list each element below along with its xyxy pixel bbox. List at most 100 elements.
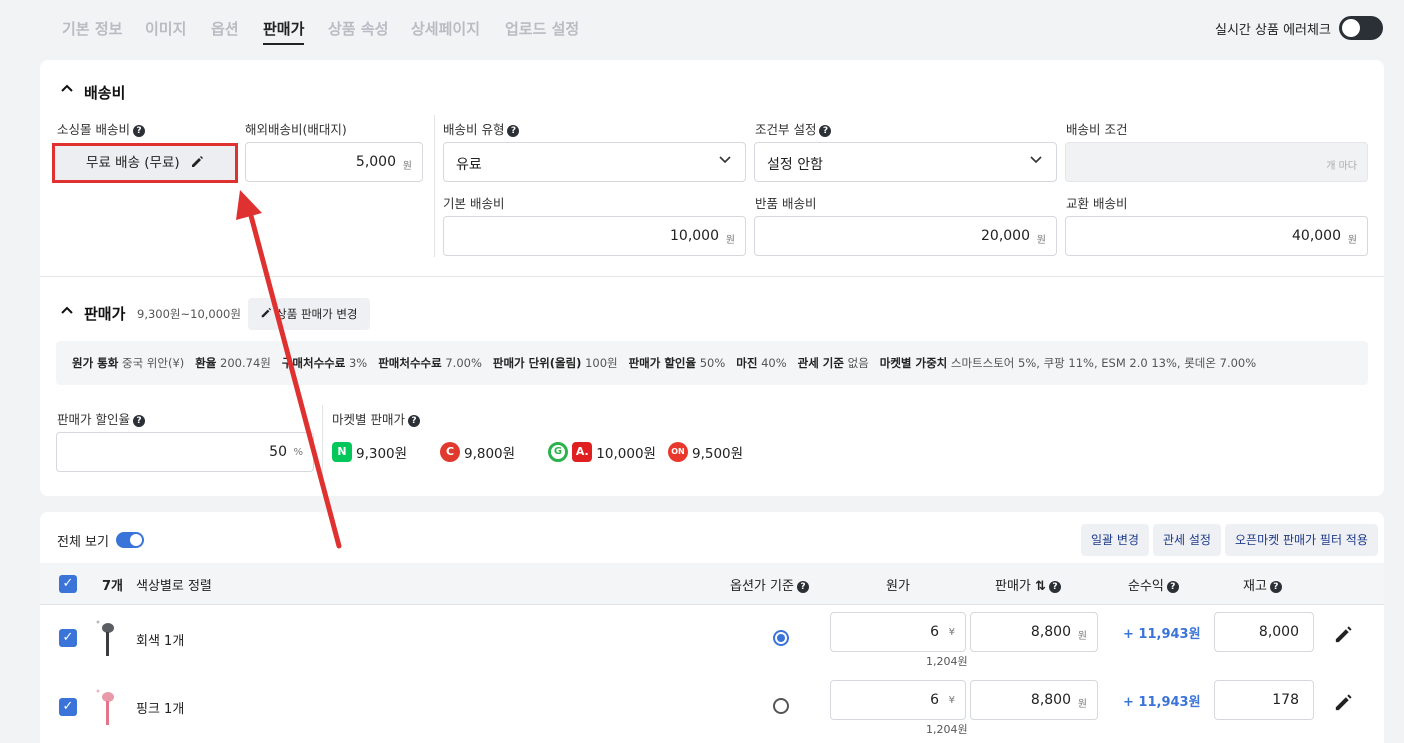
tab-images[interactable]: 이미지 bbox=[145, 18, 186, 39]
info-item: 구매처수수료 3% bbox=[281, 356, 368, 370]
product-thumbnail bbox=[94, 616, 120, 660]
product-thumbnail bbox=[94, 685, 120, 729]
help-icon[interactable]: ? bbox=[132, 415, 145, 427]
help-icon[interactable]: ? bbox=[407, 415, 420, 427]
pencil-icon bbox=[190, 155, 204, 171]
help-icon[interactable]: ? bbox=[1166, 581, 1179, 593]
edit-row-icon[interactable] bbox=[1333, 625, 1353, 649]
market-price-naver: N 9,300원 bbox=[332, 442, 407, 462]
header-stock: 재고? bbox=[1243, 575, 1282, 594]
return-shipping-label: 반품 배송비 bbox=[755, 196, 817, 211]
select-all-checkbox[interactable]: ✓ bbox=[59, 575, 77, 593]
conditional-setting-select[interactable]: 설정 안함 bbox=[754, 142, 1057, 182]
tab-options[interactable]: 옵션 bbox=[211, 18, 239, 39]
option-name: 회색 1개 bbox=[136, 634, 185, 649]
row-checkbox[interactable]: ✓ bbox=[59, 698, 77, 716]
customs-setting-button[interactable]: 관세 설정 bbox=[1153, 524, 1221, 556]
naver-icon: N bbox=[332, 442, 352, 462]
change-price-button[interactable]: 상품 판매가 변경 bbox=[248, 298, 370, 330]
shipping-type-select[interactable]: 유료 bbox=[443, 142, 746, 182]
option-basis-radio[interactable] bbox=[773, 630, 789, 646]
view-all-toggle[interactable] bbox=[116, 532, 144, 548]
header-option-basis: 옵션가 기준? bbox=[730, 575, 809, 594]
market-price-label: 마켓별 판매가? bbox=[332, 409, 420, 428]
exchange-shipping-input[interactable]: 40,000 원 bbox=[1065, 216, 1368, 256]
row-checkbox[interactable]: ✓ bbox=[59, 629, 77, 647]
help-icon[interactable]: ? bbox=[507, 125, 520, 137]
edit-row-icon[interactable] bbox=[1333, 693, 1353, 717]
help-icon[interactable]: ? bbox=[1269, 581, 1282, 593]
gmarket-icon: G bbox=[548, 442, 568, 462]
price-divider bbox=[322, 405, 323, 475]
sale-price-input[interactable]: 8,800 원 bbox=[970, 680, 1098, 720]
stock-input[interactable]: 8,000 bbox=[1214, 612, 1314, 652]
price-info-bar: 원가 통화 중국 위안(¥) 환율 200.74원 구매처수수료 3% 판매처수… bbox=[56, 341, 1368, 385]
help-icon[interactable]: ? bbox=[819, 125, 832, 137]
tab-basic-info[interactable]: 기본 정보 bbox=[62, 18, 122, 39]
discount-rate-label: 판매가 할인율? bbox=[57, 409, 145, 428]
openmarket-filter-button[interactable]: 오픈마켓 판매가 필터 적용 bbox=[1225, 524, 1378, 556]
auction-icon: A. bbox=[572, 442, 593, 462]
view-all-label: 전체 보기 bbox=[57, 535, 109, 550]
price-range: 9,300원~10,000원 bbox=[137, 307, 241, 321]
shipping-divider bbox=[434, 115, 435, 257]
section-divider bbox=[40, 276, 1384, 277]
option-basis-radio[interactable] bbox=[773, 698, 789, 714]
pencil-icon bbox=[260, 307, 272, 321]
info-item: 원가 통화 중국 위안(¥) bbox=[72, 356, 185, 370]
net-profit: + 11,943원 bbox=[1123, 627, 1201, 642]
shipping-collapse-icon[interactable] bbox=[60, 82, 74, 100]
base-shipping-input[interactable]: 10,000 원 bbox=[443, 216, 746, 256]
market-price-gmarket-auction: G A. 10,000원 bbox=[548, 442, 656, 462]
shipping-title: 배송비 bbox=[84, 84, 126, 102]
discount-rate-input[interactable]: 50 % bbox=[56, 432, 314, 472]
help-icon[interactable]: ? bbox=[1048, 581, 1061, 593]
shipping-price-panel bbox=[40, 60, 1384, 496]
cost-input[interactable]: 6 ¥ bbox=[830, 680, 966, 720]
help-icon[interactable]: ? bbox=[132, 125, 145, 137]
lotteon-icon: ON bbox=[668, 442, 688, 462]
tab-detail-page[interactable]: 상세페이지 bbox=[411, 18, 480, 39]
shipping-condition-input: 개 마다 bbox=[1065, 142, 1368, 182]
info-item: 환율 200.74원 bbox=[195, 356, 271, 370]
info-item: 마진 40% bbox=[736, 356, 787, 370]
info-item: 판매처수수료 7.00% bbox=[378, 356, 482, 370]
sort-by-color[interactable]: 색상별로 정렬 bbox=[136, 575, 212, 594]
stock-input[interactable]: 178 bbox=[1214, 680, 1314, 720]
table-header bbox=[40, 563, 1384, 605]
exchange-shipping-label: 교환 배송비 bbox=[1066, 196, 1128, 211]
realtime-check-toggle[interactable] bbox=[1339, 16, 1383, 40]
option-name: 핑크 1개 bbox=[136, 702, 185, 717]
conditional-setting-label: 조건부 설정? bbox=[755, 119, 832, 138]
base-shipping-label: 기본 배송비 bbox=[443, 196, 505, 211]
overseas-shipping-label: 해외배송비(배대지) bbox=[245, 122, 347, 137]
tab-price[interactable]: 판매가 bbox=[263, 18, 305, 45]
small-item-shipping-label: 소싱몰 배송비? bbox=[57, 119, 145, 138]
info-item: 판매가 단위(올림) 100원 bbox=[492, 356, 618, 370]
help-icon[interactable]: ? bbox=[796, 581, 809, 593]
coupang-icon: C bbox=[440, 442, 460, 462]
net-profit: + 11,943원 bbox=[1123, 695, 1201, 710]
header-sale: 판매가 ⇅? bbox=[995, 575, 1061, 594]
sort-icon[interactable]: ⇅ bbox=[1035, 579, 1046, 594]
sale-price-input[interactable]: 8,800 원 bbox=[970, 612, 1098, 652]
tab-attributes[interactable]: 상품 속성 bbox=[328, 18, 388, 39]
small-item-shipping-button[interactable]: 무료 배송 (무료) bbox=[52, 143, 238, 183]
chevron-down-icon bbox=[1030, 153, 1042, 168]
cost-input[interactable]: 6 ¥ bbox=[830, 612, 966, 652]
cost-krw: 1,204원 bbox=[926, 723, 968, 736]
market-price-coupang: C 9,800원 bbox=[440, 442, 515, 462]
price-collapse-icon[interactable] bbox=[60, 304, 74, 322]
info-item: 판매가 할인율 50% bbox=[628, 356, 726, 370]
shipping-type-label: 배송비 유형? bbox=[443, 119, 520, 138]
realtime-check-label: 실시간 상품 에러체크 bbox=[1215, 23, 1331, 38]
price-title: 판매가 bbox=[84, 305, 126, 323]
header-profit: 순수익? bbox=[1128, 575, 1179, 594]
tab-upload-settings[interactable]: 업로드 설정 bbox=[505, 18, 579, 39]
return-shipping-input[interactable]: 20,000 원 bbox=[754, 216, 1057, 256]
info-item: 마켓별 가중치 스마트스토어 5%, 쿠팡 11%, ESM 2.0 13%, … bbox=[879, 356, 1257, 370]
item-count: 7개 bbox=[102, 579, 124, 594]
header-cost: 원가 bbox=[886, 579, 910, 594]
bulk-change-button[interactable]: 일괄 변경 bbox=[1081, 524, 1149, 556]
overseas-shipping-input[interactable]: 5,000 원 bbox=[245, 142, 423, 182]
